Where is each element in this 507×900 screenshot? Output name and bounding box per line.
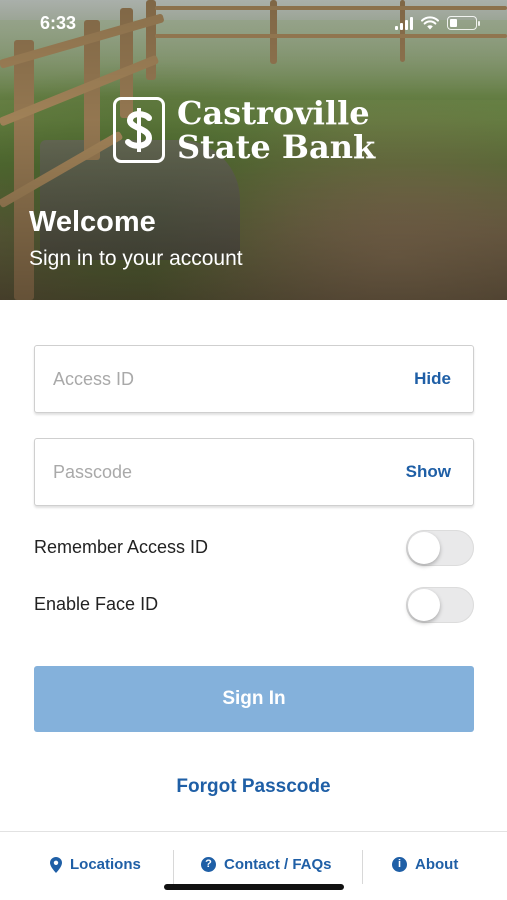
remember-access-id-toggle[interactable]: [406, 530, 474, 566]
footer-about-label: About: [415, 856, 459, 873]
footer-locations-label: Locations: [70, 856, 141, 873]
bank-logo: Castroville State Bank: [113, 96, 375, 164]
battery-icon: [447, 16, 480, 30]
info-circle-icon: i: [392, 857, 407, 872]
access-id-input[interactable]: [53, 346, 383, 412]
forgot-passcode-link[interactable]: Forgot Passcode: [0, 776, 507, 798]
cellular-signal-icon: [395, 16, 413, 30]
enable-face-id-row: Enable Face ID: [34, 587, 474, 623]
status-bar: 6:33: [0, 0, 507, 50]
welcome-heading: Welcome: [29, 206, 156, 238]
toggle-knob: [408, 589, 440, 621]
footer-about-link[interactable]: i About: [392, 856, 458, 873]
footer-locations-link[interactable]: Locations: [50, 856, 141, 873]
bank-name-line1: Castroville: [177, 94, 370, 132]
sign-in-button[interactable]: Sign In: [34, 666, 474, 732]
remember-access-id-row: Remember Access ID: [34, 530, 474, 566]
bank-name: Castroville State Bank: [177, 96, 375, 164]
footer-contact-link[interactable]: ? Contact / FAQs: [201, 856, 332, 873]
access-id-field: Hide: [34, 345, 474, 413]
passcode-field: Show: [34, 438, 474, 506]
welcome-subtitle: Sign in to your account: [29, 247, 243, 270]
status-icons: [395, 16, 480, 30]
question-circle-icon: ?: [201, 857, 216, 872]
passcode-input[interactable]: [53, 439, 383, 505]
bank-name-line2: State Bank: [177, 128, 376, 166]
footer-divider: [173, 850, 174, 884]
toggle-knob: [408, 532, 440, 564]
enable-face-id-label: Enable Face ID: [34, 594, 159, 614]
home-indicator: [164, 884, 344, 890]
show-passcode-button[interactable]: Show: [406, 462, 451, 482]
hide-access-id-button[interactable]: Hide: [414, 369, 451, 389]
footer-divider: [362, 850, 363, 884]
wifi-icon: [421, 16, 439, 30]
dollar-shield-icon: [113, 97, 165, 163]
footer-contact-label: Contact / FAQs: [224, 856, 332, 873]
map-pin-icon: [50, 856, 62, 873]
remember-access-id-label: Remember Access ID: [34, 537, 209, 557]
enable-face-id-toggle[interactable]: [406, 587, 474, 623]
status-time: 6:33: [40, 13, 77, 33]
